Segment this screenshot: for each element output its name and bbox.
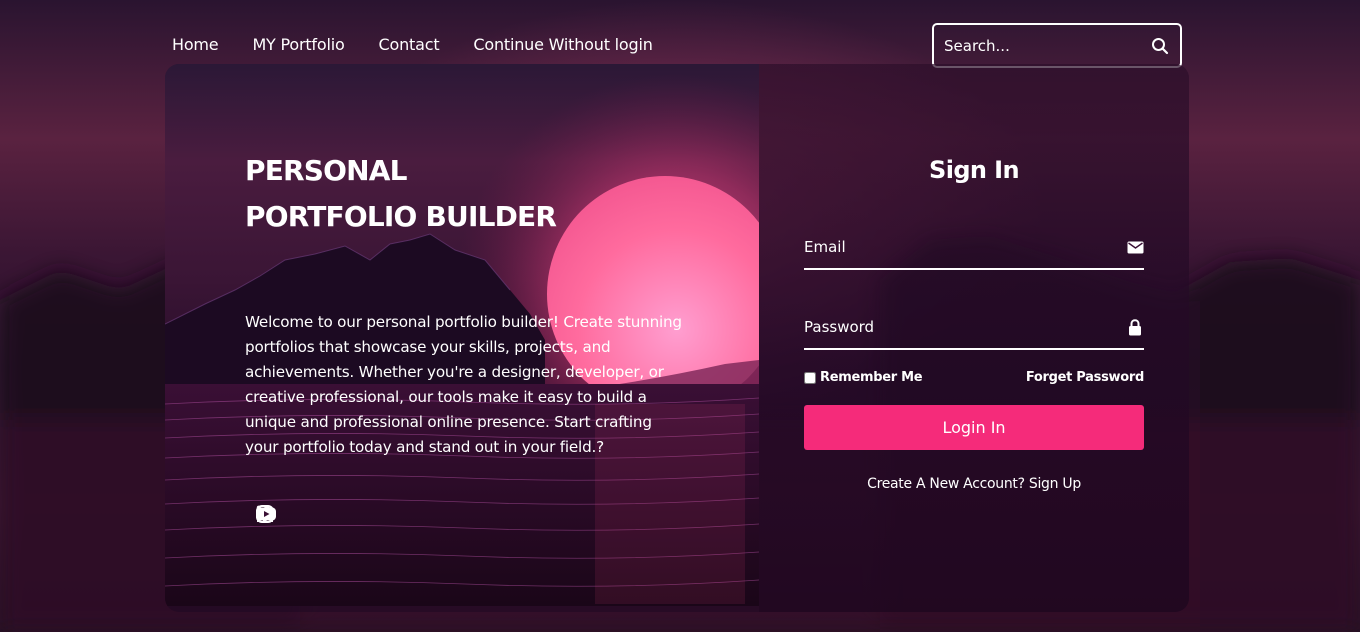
remember-label: Remember Me [820, 370, 923, 385]
login-button[interactable]: Login In [804, 405, 1144, 450]
password-field[interactable] [804, 318, 1126, 336]
nav-continue-without-login[interactable]: Continue Without login [473, 34, 652, 56]
sign-in-panel: Sign In Remember Me Forget Password Logi… [759, 64, 1189, 612]
remember-checkbox[interactable] [804, 371, 816, 384]
title-line-1: PERSONAL [245, 154, 408, 187]
signup-link[interactable]: Create A New Account? Sign Up [867, 476, 1081, 492]
email-field[interactable] [804, 238, 1126, 256]
forget-password-link[interactable]: Forget Password [1026, 370, 1144, 385]
title-line-2: PORTFOLIO BUILDER [245, 200, 557, 233]
search-icon[interactable] [1150, 36, 1170, 56]
nav-my-portfolio[interactable]: MY Portfolio [252, 34, 344, 56]
lock-icon [1126, 318, 1144, 336]
search-box [932, 23, 1182, 68]
facebook-icon[interactable] [261, 504, 315, 526]
youtube-icon[interactable] [256, 504, 391, 526]
email-field-wrapper [804, 226, 1144, 270]
remember-row: Remember Me Forget Password [804, 370, 1144, 385]
page-title: PERSONAL PORTFOLIO BUILDER [245, 148, 557, 240]
remember-me[interactable]: Remember Me [804, 370, 923, 385]
top-nav: Home MY Portfolio Contact Continue Witho… [172, 34, 687, 56]
signup-prompt: Create A New Account? Sign Up [759, 476, 1189, 492]
hero-panel: PERSONAL PORTFOLIO BUILDER Welcome to ou… [165, 64, 759, 606]
nav-contact[interactable]: Contact [379, 34, 440, 56]
main-card: PERSONAL PORTFOLIO BUILDER Welcome to ou… [165, 64, 1189, 612]
nav-home[interactable]: Home [172, 34, 219, 56]
hero-description: Welcome to our personal portfolio builde… [245, 313, 682, 456]
sign-in-title: Sign In [929, 156, 1020, 184]
password-field-wrapper [804, 306, 1144, 350]
search-input[interactable] [944, 36, 1150, 55]
linkedin-icon[interactable] [256, 504, 353, 526]
social-links [255, 504, 391, 526]
mail-icon [1126, 238, 1144, 256]
